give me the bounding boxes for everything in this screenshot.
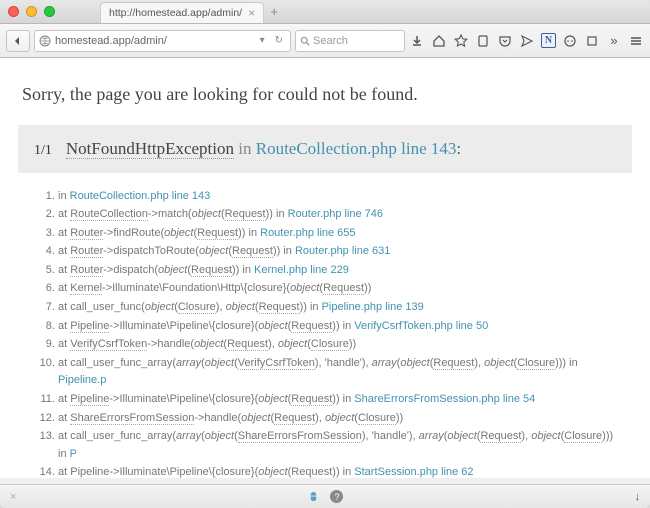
trace-line: at call_user_func_array(array(object(Sha… bbox=[58, 428, 624, 464]
browser-tab[interactable]: http://homestead.app/admin/ × bbox=[100, 2, 264, 23]
puzzle-icon[interactable] bbox=[584, 33, 600, 49]
clipboard-icon[interactable] bbox=[475, 33, 491, 49]
trace-line: at Router->dispatchToRoute(object(Reques… bbox=[58, 243, 624, 262]
minimize-window-button[interactable] bbox=[26, 6, 37, 17]
trace-line: at Pipeline->Illuminate\Pipeline\{closur… bbox=[58, 391, 624, 410]
traffic-lights bbox=[8, 6, 55, 17]
overflow-icon[interactable]: » bbox=[606, 33, 622, 49]
exception-counter: 1/1 bbox=[34, 143, 52, 159]
tab-strip: http://homestead.app/admin/ × + bbox=[100, 2, 284, 23]
trace-line: at Pipeline->Illuminate\Pipeline\{closur… bbox=[58, 317, 624, 336]
home-icon[interactable] bbox=[431, 33, 447, 49]
stack-trace: in RouteCollection.php line 143 at Route… bbox=[18, 173, 632, 478]
url-dropdown-icon[interactable]: ▾ bbox=[257, 35, 268, 46]
status-left-close-icon[interactable]: × bbox=[10, 491, 16, 503]
window-titlebar: http://homestead.app/admin/ × + bbox=[0, 0, 650, 24]
browser-toolbar: homestead.app/admin/ ▾ ↻ Search N » bbox=[0, 24, 650, 58]
trace-line: at Router->findRoute(object(Request)) in… bbox=[58, 224, 624, 243]
trace-line: at call_user_func(object(Closure), objec… bbox=[58, 299, 624, 318]
toolbar-icons: N » bbox=[409, 33, 644, 49]
menu-icon[interactable] bbox=[628, 33, 644, 49]
exception-header: 1/1 NotFoundHttpException in RouteCollec… bbox=[18, 125, 632, 173]
exception-name: NotFoundHttpException bbox=[66, 139, 234, 159]
bookmark-star-icon[interactable] bbox=[453, 33, 469, 49]
close-window-button[interactable] bbox=[8, 6, 19, 17]
trace-line: at call_user_func_array(array(object(Ver… bbox=[58, 354, 624, 390]
back-button[interactable] bbox=[6, 30, 30, 52]
error-message: Sorry, the page you are looking for coul… bbox=[18, 72, 632, 125]
address-bar[interactable]: homestead.app/admin/ ▾ ↻ bbox=[34, 30, 291, 52]
firebug-icon[interactable] bbox=[307, 490, 320, 503]
trace-line: in RouteCollection.php line 143 bbox=[58, 187, 624, 206]
page-content: Sorry, the page you are looking for coul… bbox=[0, 58, 650, 478]
chat-icon[interactable] bbox=[562, 33, 578, 49]
trace-line: at ShareErrorsFromSession->handle(object… bbox=[58, 409, 624, 428]
send-icon[interactable] bbox=[519, 33, 535, 49]
trace-line: at Router->dispatch(object(Request)) in … bbox=[58, 261, 624, 280]
downloads-icon[interactable] bbox=[409, 33, 425, 49]
pocket-icon[interactable] bbox=[497, 33, 513, 49]
trace-line: at VerifyCsrfToken->handle(object(Reques… bbox=[58, 336, 624, 355]
search-bar[interactable]: Search bbox=[295, 30, 405, 52]
close-tab-icon[interactable]: × bbox=[248, 6, 255, 20]
zoom-window-button[interactable] bbox=[44, 6, 55, 17]
back-arrow-icon bbox=[13, 36, 23, 46]
search-placeholder: Search bbox=[313, 35, 348, 47]
exception-location[interactable]: RouteCollection.php line 143 bbox=[256, 139, 457, 158]
new-tab-button[interactable]: + bbox=[264, 2, 284, 23]
trace-line: at RouteCollection->match(object(Request… bbox=[58, 206, 624, 225]
globe-icon bbox=[39, 35, 51, 47]
search-icon bbox=[300, 36, 310, 46]
url-text: homestead.app/admin/ bbox=[55, 35, 253, 47]
tab-title: http://homestead.app/admin/ bbox=[109, 7, 242, 19]
trace-line: at Kernel->Illuminate\Foundation\Http\{c… bbox=[58, 280, 624, 299]
status-bar: × ? ↓ bbox=[0, 484, 650, 508]
extension-n-icon[interactable]: N bbox=[541, 33, 556, 48]
status-download-arrow-icon[interactable]: ↓ bbox=[635, 491, 641, 503]
in-word: in bbox=[238, 139, 255, 158]
reload-icon[interactable]: ↻ bbox=[272, 35, 286, 46]
help-icon[interactable]: ? bbox=[330, 490, 343, 503]
exception-title: NotFoundHttpException in RouteCollection… bbox=[66, 139, 461, 159]
trace-line: at Pipeline->Illuminate\Pipeline\{closur… bbox=[58, 464, 624, 478]
